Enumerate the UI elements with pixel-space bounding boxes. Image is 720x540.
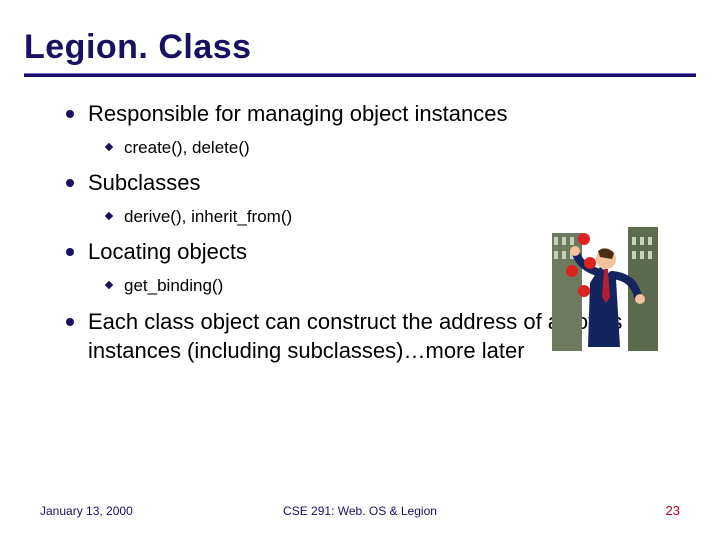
slide-title: Legion. Class <box>0 0 720 69</box>
slide: Legion. Class Responsible for managing o… <box>0 0 720 540</box>
bullet-text: Subclasses <box>88 170 201 195</box>
businessman-juggling-illustration <box>550 227 660 357</box>
footer-date: January 13, 2000 <box>40 504 253 518</box>
bullet-text: Each class object can construct the addr… <box>88 309 622 364</box>
sub-bullet: derive(), inherit_from() <box>88 204 660 230</box>
slide-body: Responsible for managing object instance… <box>0 77 720 366</box>
footer-course: CSE 291: Web. OS & Legion <box>253 504 466 518</box>
sub-list: derive(), inherit_from() <box>88 204 660 230</box>
slide-footer: January 13, 2000 CSE 291: Web. OS & Legi… <box>0 503 720 518</box>
bullet-item: Responsible for managing object instance… <box>60 99 660 160</box>
footer-page: 23 <box>467 503 680 518</box>
sub-list: create(), delete() <box>88 135 660 161</box>
sub-bullet: create(), delete() <box>88 135 660 161</box>
bullet-item: Subclasses derive(), inherit_from() <box>60 168 660 229</box>
bullet-text: Locating objects <box>88 239 247 264</box>
bullet-text: Responsible for managing object instance… <box>88 101 507 126</box>
